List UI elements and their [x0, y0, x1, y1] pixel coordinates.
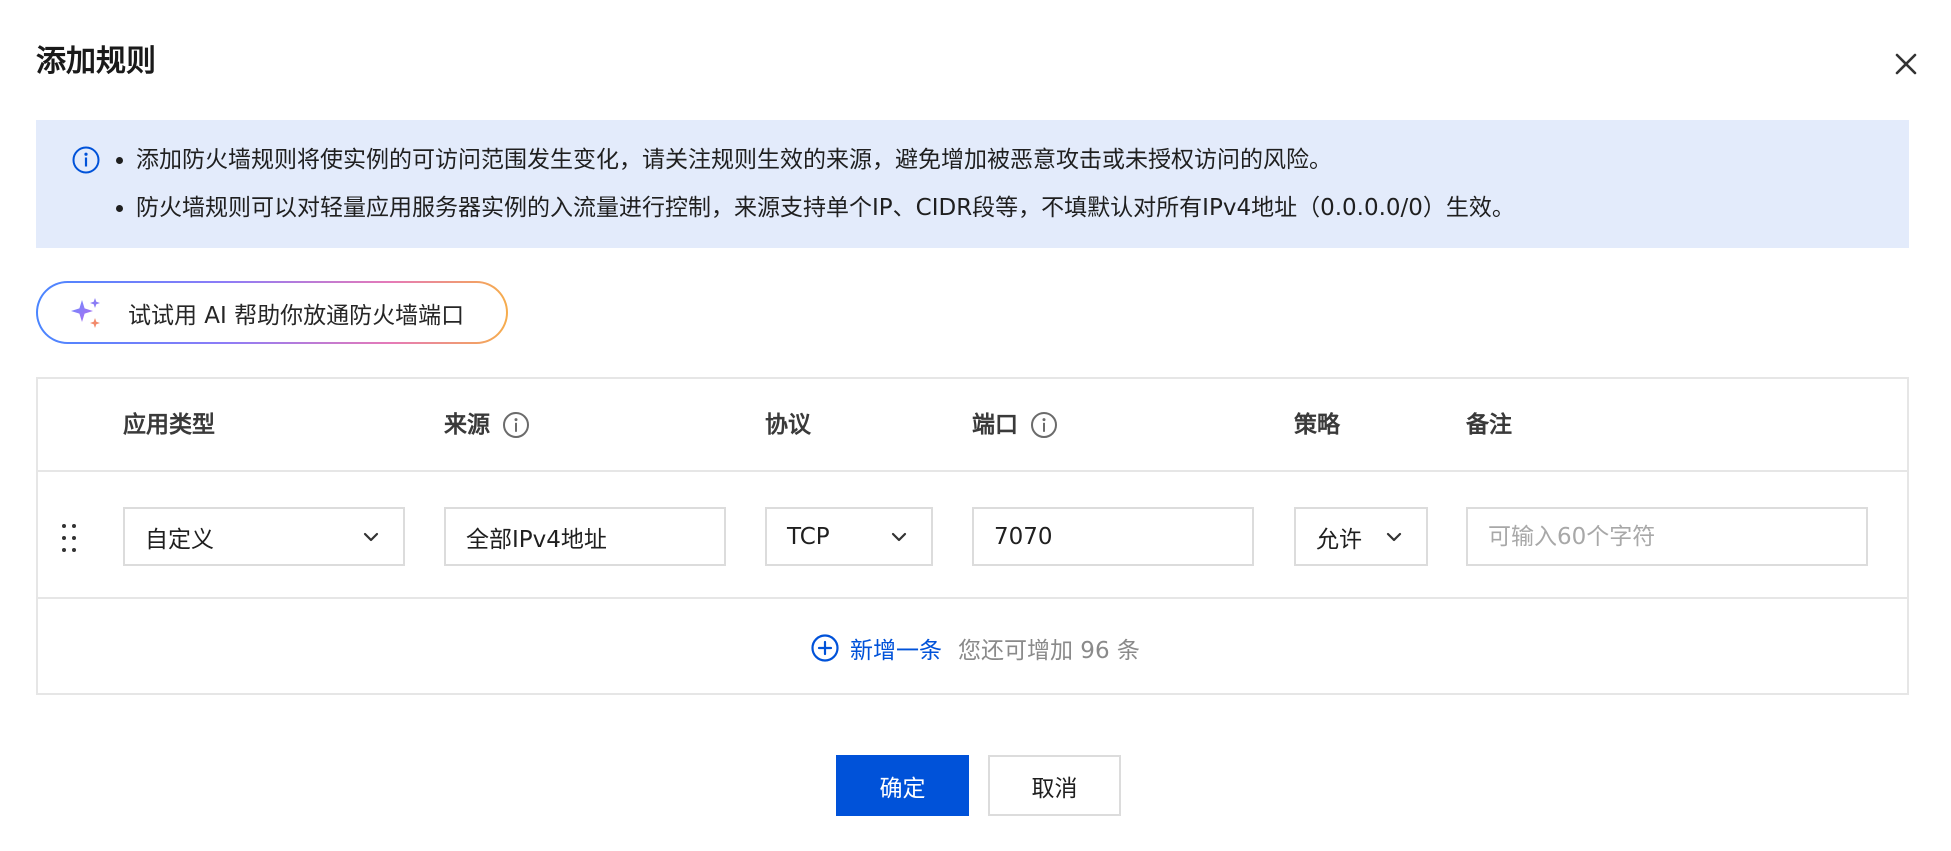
- table-row: 自定义 全部IPv4地址 TCP 7070 允许: [38, 474, 1907, 599]
- remark-input[interactable]: [1488, 523, 1866, 550]
- column-header-app-type: 应用类型: [123, 411, 215, 439]
- remark-field[interactable]: [1466, 507, 1868, 566]
- protocol-select[interactable]: TCP: [765, 507, 933, 566]
- info-circle-icon[interactable]: [1030, 411, 1058, 439]
- close-icon: [1895, 53, 1917, 75]
- column-header-label: 备注: [1466, 412, 1512, 438]
- port-input[interactable]: 7070: [972, 507, 1254, 566]
- ai-assist-button[interactable]: 试试用 AI 帮助你放通防火墙端口: [36, 281, 508, 344]
- plus-circle-icon: [811, 634, 839, 662]
- protocol-value: TCP: [787, 523, 830, 550]
- close-button[interactable]: [1892, 50, 1920, 78]
- ai-assist-label: 试试用 AI 帮助你放通防火墙端口: [128, 302, 465, 329]
- chevron-down-icon: [891, 532, 907, 542]
- port-value: 7070: [994, 523, 1053, 550]
- column-header-source: 来源: [444, 411, 530, 439]
- dialog-title: 添加规则: [36, 44, 156, 79]
- drag-handle-icon[interactable]: [62, 524, 78, 554]
- table-header: 应用类型 来源 协议 端口 策略 备注: [38, 379, 1907, 472]
- column-header-label: 策略: [1294, 412, 1340, 438]
- column-header-label: 协议: [765, 412, 811, 438]
- app-type-value: 自定义: [145, 526, 214, 553]
- column-header-label: 应用类型: [123, 412, 215, 438]
- add-row-area: 新增一条 您还可增加 96 条: [38, 601, 1907, 695]
- sparkle-icon: [71, 297, 100, 328]
- column-header-label: 端口: [972, 412, 1018, 438]
- add-rule-button[interactable]: 新增一条: [810, 631, 942, 665]
- cancel-button[interactable]: 取消: [988, 755, 1121, 816]
- notice-item: 添加防火墙规则将使实例的可访问范围发生变化，请关注规则生效的来源，避免增加被恶意…: [116, 136, 1515, 184]
- notice-banner: 添加防火墙规则将使实例的可访问范围发生变化，请关注规则生效的来源，避免增加被恶意…: [36, 120, 1909, 248]
- policy-value: 允许: [1316, 526, 1362, 553]
- chevron-down-icon: [363, 532, 379, 542]
- source-input[interactable]: 全部IPv4地址: [444, 507, 726, 566]
- notice-item: 防火墙规则可以对轻量应用服务器实例的入流量进行控制，来源支持单个IP、CIDR段…: [116, 184, 1515, 232]
- notice-list: 添加防火墙规则将使实例的可访问范围发生变化，请关注规则生效的来源，避免增加被恶意…: [116, 120, 1515, 232]
- column-header-port: 端口: [972, 411, 1058, 439]
- add-rule-dialog: 添加规则 添加防火墙规则将使实例的可访问范围发生变化，请关注规则生效的来源，避免…: [0, 0, 1951, 851]
- column-header-label: 来源: [444, 412, 490, 438]
- rule-table: 应用类型 来源 协议 端口 策略 备注 自定义 全部IPv4地址 TCP 707…: [36, 377, 1909, 695]
- source-value: 全部IPv4地址: [466, 526, 607, 553]
- column-header-policy: 策略: [1294, 411, 1340, 439]
- confirm-button[interactable]: 确定: [836, 755, 969, 816]
- add-rule-label: 新增一条: [850, 638, 942, 664]
- remaining-count-text: 您还可增加 96 条: [958, 638, 1140, 664]
- info-icon: [72, 146, 100, 174]
- app-type-select[interactable]: 自定义: [123, 507, 405, 566]
- column-header-protocol: 协议: [765, 411, 811, 439]
- policy-select[interactable]: 允许: [1294, 507, 1428, 566]
- column-header-remark: 备注: [1466, 411, 1512, 439]
- info-circle-icon[interactable]: [502, 411, 530, 439]
- chevron-down-icon: [1386, 532, 1402, 542]
